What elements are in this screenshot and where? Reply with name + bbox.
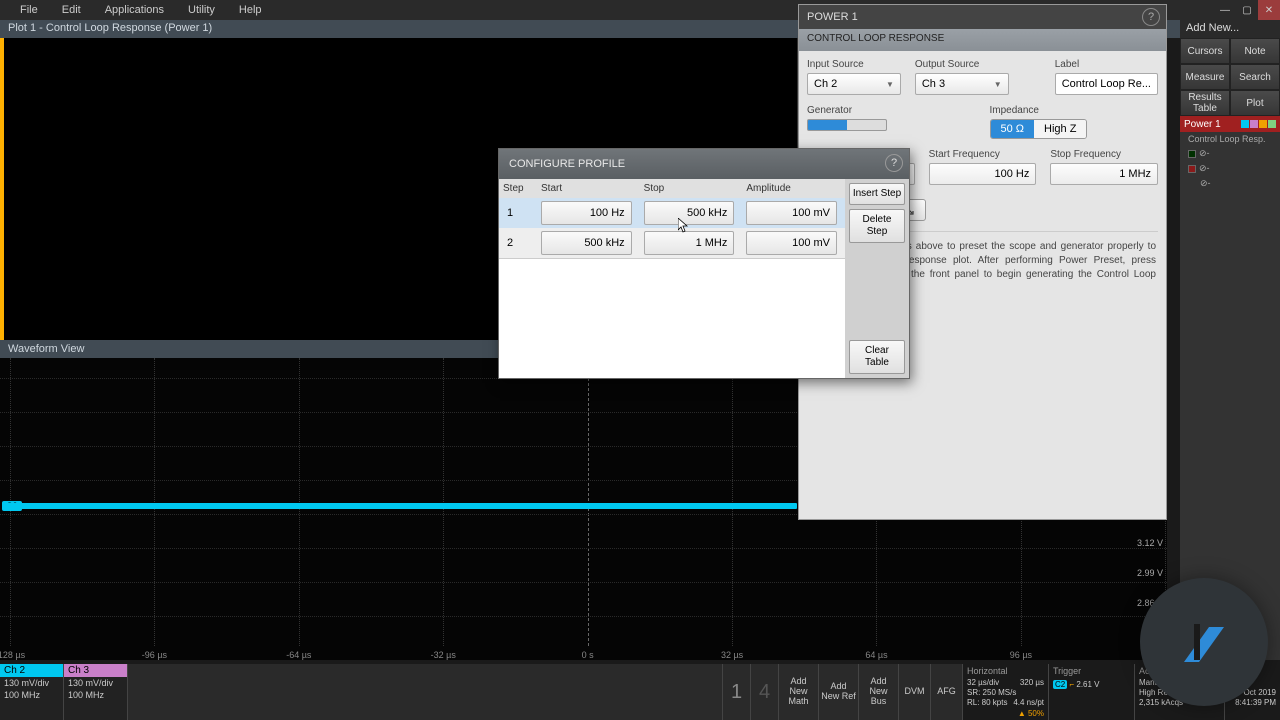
volt-label: 3.12 V (1137, 538, 1163, 548)
power-panel-header: POWER 1 ? (799, 5, 1166, 29)
amplitude-cell[interactable]: 100 mV (746, 201, 837, 225)
help-icon[interactable]: ? (885, 154, 903, 172)
menu-utility[interactable]: Utility (176, 4, 227, 16)
start-frequency-input[interactable]: 100 Hz (929, 163, 1037, 185)
stop-freq-cell[interactable]: 1 MHz (644, 231, 735, 255)
stop-frequency-label: Stop Frequency (1050, 149, 1158, 160)
time-tick: -128 µs (0, 650, 25, 660)
impedance-highz-toggle[interactable]: High Z (1034, 120, 1086, 138)
window-maximize-icon[interactable]: ▢ (1236, 0, 1258, 20)
channel-1-indicator[interactable]: 1 (722, 664, 750, 720)
results-table-button[interactable]: Results Table (1180, 90, 1230, 116)
plot-y-marker (0, 38, 4, 340)
channel-2-badge[interactable]: Ch 2 130 mV/div 100 MHz (0, 664, 64, 720)
table-row[interactable]: 2 500 kHz 1 MHz 100 mV (499, 228, 845, 258)
impedance-label: Impedance (990, 105, 1159, 116)
add-ref-button[interactable]: Add New Ref (818, 664, 858, 720)
step-number: 1 (499, 207, 537, 219)
menu-help[interactable]: Help (227, 4, 274, 16)
measure-button[interactable]: Measure (1180, 64, 1230, 90)
sidebar-title: Add New... (1180, 20, 1280, 38)
help-icon[interactable]: ? (1142, 8, 1160, 26)
output-source-dropdown[interactable]: Ch 3▼ (915, 73, 1009, 95)
label-field-label: Label (1055, 59, 1158, 70)
table-row[interactable]: 1 100 Hz 500 kHz 100 mV (499, 198, 845, 228)
add-new-sidebar: Add New... Cursors Note Measure Search R… (1180, 20, 1280, 660)
input-source-label: Input Source (807, 59, 901, 70)
volt-label: 2.99 V (1137, 568, 1163, 578)
dialog-header[interactable]: CONFIGURE PROFILE ? (499, 149, 909, 179)
section-title: CONTROL LOOP RESPONSE (799, 29, 1166, 51)
menu-edit[interactable]: Edit (50, 4, 93, 16)
search-button[interactable]: Search (1230, 64, 1280, 90)
add-math-button[interactable]: Add New Math (778, 664, 818, 720)
add-bus-button[interactable]: Add New Bus (858, 664, 898, 720)
generator-toggle[interactable] (807, 119, 887, 131)
time-tick: 0 s (582, 650, 594, 660)
brand-badge-icon (1140, 578, 1268, 706)
output-source-label: Output Source (915, 59, 1009, 70)
step-number: 2 (499, 237, 537, 249)
col-step: Step (499, 183, 537, 194)
tree-item[interactable]: ⊘- (1180, 161, 1280, 176)
time-tick: -64 µs (286, 650, 311, 660)
amplitude-cell[interactable]: 100 mV (746, 231, 837, 255)
col-start: Start (537, 183, 640, 194)
chevron-down-icon: ▼ (886, 80, 894, 89)
plot-label-input[interactable]: Control Loop Re... (1055, 73, 1158, 95)
window-close-icon[interactable]: ✕ (1258, 0, 1280, 20)
start-freq-cell[interactable]: 100 Hz (541, 201, 632, 225)
channel-4-indicator[interactable]: 4 (750, 664, 778, 720)
time-tick: -96 µs (142, 650, 167, 660)
generator-label: Generator (807, 105, 976, 116)
horizontal-readout[interactable]: Horizontal 32 µs/div 320 µs SR: 250 MS/s… (962, 664, 1048, 720)
tree-item[interactable]: ⊘- (1180, 146, 1280, 161)
input-source-dropdown[interactable]: Ch 2▼ (807, 73, 901, 95)
time-tick: -32 µs (431, 650, 456, 660)
stop-freq-cell[interactable]: 500 kHz (644, 201, 735, 225)
time-tick: 96 µs (1010, 650, 1032, 660)
start-frequency-label: Start Frequency (929, 149, 1037, 160)
time-tick: 64 µs (865, 650, 887, 660)
power-measurement-badge[interactable]: Power 1 (1180, 116, 1280, 132)
channel-3-badge[interactable]: Ch 3 130 mV/div 100 MHz (64, 664, 128, 720)
impedance-50ohm-toggle[interactable]: 50 Ω (991, 120, 1035, 138)
waveform-trace (4, 503, 797, 509)
menu-applications[interactable]: Applications (93, 4, 176, 16)
dvm-button[interactable]: DVM (898, 664, 930, 720)
bottom-status-bar: Ch 2 130 mV/div 100 MHz Ch 3 130 mV/div … (0, 664, 1280, 720)
clear-table-button[interactable]: Clear Table (849, 340, 905, 374)
configure-profile-dialog: CONFIGURE PROFILE ? Step Start Stop Ampl… (498, 148, 910, 379)
tree-item[interactable]: Control Loop Resp. (1180, 132, 1280, 146)
start-freq-cell[interactable]: 500 kHz (541, 231, 632, 255)
cursors-button[interactable]: Cursors (1180, 38, 1230, 64)
tree-item[interactable]: ⊘- (1180, 176, 1280, 191)
stop-frequency-input[interactable]: 1 MHz (1050, 163, 1158, 185)
col-stop: Stop (640, 183, 743, 194)
time-tick: 32 µs (721, 650, 743, 660)
insert-step-button[interactable]: Insert Step (849, 183, 905, 205)
plot-button[interactable]: Plot (1230, 90, 1280, 116)
window-minimize-icon[interactable]: — (1214, 0, 1236, 20)
menu-file[interactable]: File (8, 4, 50, 16)
note-button[interactable]: Note (1230, 38, 1280, 64)
delete-step-button[interactable]: Delete Step (849, 209, 905, 243)
afg-button[interactable]: AFG (930, 664, 962, 720)
profile-table: Step Start Stop Amplitude 1 100 Hz 500 k… (499, 179, 845, 378)
chevron-down-icon: ▼ (994, 80, 1002, 89)
trigger-readout[interactable]: Trigger C2 ⌐ 2.61 V (1048, 664, 1134, 720)
col-amplitude: Amplitude (742, 183, 845, 194)
